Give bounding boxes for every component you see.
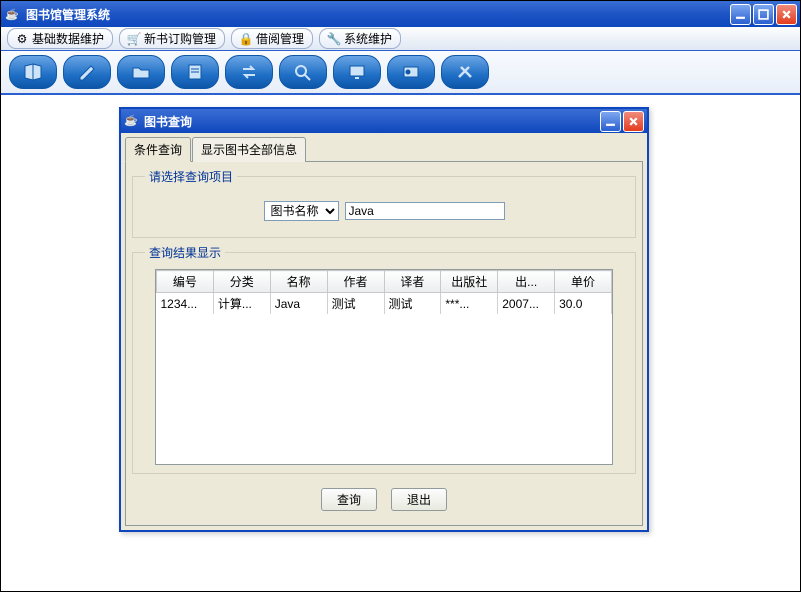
main-title: 图书馆管理系统 xyxy=(26,6,730,23)
dialog-window-controls xyxy=(600,111,644,132)
query-value-input[interactable] xyxy=(345,202,505,220)
menu-borrow[interactable]: 🔒 借阅管理 xyxy=(231,28,313,49)
minimize-button[interactable] xyxy=(730,4,751,25)
menu-label: 系统维护 xyxy=(344,30,392,47)
cell-author: 测试 xyxy=(327,293,384,315)
transfer-icon xyxy=(239,63,259,81)
query-field-combo[interactable]: 图书名称 xyxy=(264,201,339,221)
menu-system[interactable]: 🔧 系统维护 xyxy=(319,28,401,49)
menu-basic-data[interactable]: ⚙ 基础数据维护 xyxy=(7,28,113,49)
tool-button-2[interactable] xyxy=(63,55,111,89)
menu-label: 借阅管理 xyxy=(256,30,304,47)
table-header-row: 编号 分类 名称 作者 译者 出版社 出... 单价 xyxy=(157,271,612,293)
col-id[interactable]: 编号 xyxy=(157,271,214,293)
note-icon xyxy=(185,63,205,81)
cell-category: 计算... xyxy=(213,293,270,315)
result-legend: 查询结果显示 xyxy=(145,244,225,261)
tool-button-6[interactable] xyxy=(279,55,327,89)
tab-content: 请选择查询项目 图书名称 查询结果显示 xyxy=(125,162,643,526)
dialog-titlebar[interactable]: ☕ 图书查询 xyxy=(121,109,647,133)
lock-icon: 🔒 xyxy=(240,33,252,45)
exit-button[interactable]: 退出 xyxy=(391,488,447,511)
dialog-close-button[interactable] xyxy=(623,111,644,132)
menu-new-book-order[interactable]: 🛒 新书订购管理 xyxy=(119,28,225,49)
cell-publisher: ***... xyxy=(441,293,498,315)
tab-bar: 条件查询 显示图书全部信息 xyxy=(125,137,643,162)
col-author[interactable]: 作者 xyxy=(327,271,384,293)
query-button[interactable]: 查询 xyxy=(321,488,377,511)
menubar: ⚙ 基础数据维护 🛒 新书订购管理 🔒 借阅管理 🔧 系统维护 xyxy=(1,27,800,51)
table-row[interactable]: 1234... 计算... Java 测试 测试 ***... 2007... … xyxy=(157,293,612,315)
tool-button-4[interactable] xyxy=(171,55,219,89)
col-category[interactable]: 分类 xyxy=(213,271,270,293)
col-price[interactable]: 单价 xyxy=(555,271,612,293)
col-publisher[interactable]: 出版社 xyxy=(441,271,498,293)
edit-icon xyxy=(77,63,97,81)
tab-condition-query[interactable]: 条件查询 xyxy=(125,137,191,162)
wrench-icon: 🔧 xyxy=(328,33,340,45)
tool-icon xyxy=(455,63,475,81)
menu-label: 基础数据维护 xyxy=(32,30,104,47)
cart-icon: 🛒 xyxy=(128,33,140,45)
cell-translator: 测试 xyxy=(384,293,441,315)
close-button[interactable] xyxy=(776,4,797,25)
tool-button-7[interactable] xyxy=(333,55,381,89)
dialog-minimize-button[interactable] xyxy=(600,111,621,132)
query-fieldset: 请选择查询项目 图书名称 xyxy=(132,168,636,238)
screen-icon xyxy=(347,63,367,81)
col-pubdate[interactable]: 出... xyxy=(498,271,555,293)
dialog-body: 条件查询 显示图书全部信息 请选择查询项目 图书名称 xyxy=(121,133,647,530)
maximize-button[interactable] xyxy=(753,4,774,25)
mdi-area: ☕ 图书查询 条件查询 显示图书全部信息 请选择查询项目 图书名称 xyxy=(1,95,800,591)
card-icon xyxy=(401,63,421,81)
search-icon xyxy=(293,63,313,81)
gear-icon: ⚙ xyxy=(16,33,28,45)
cell-pubdate: 2007... xyxy=(498,293,555,315)
java-icon: ☕ xyxy=(124,114,138,128)
window-controls xyxy=(730,4,797,25)
cell-name: Java xyxy=(270,293,327,315)
col-name[interactable]: 名称 xyxy=(270,271,327,293)
book-icon xyxy=(23,63,43,81)
result-fieldset: 查询结果显示 编号 分类 名称 作者 译者 出版社 xyxy=(132,244,636,474)
result-table-wrap[interactable]: 编号 分类 名称 作者 译者 出版社 出... 单价 xyxy=(155,269,613,465)
book-query-dialog: ☕ 图书查询 条件查询 显示图书全部信息 请选择查询项目 图书名称 xyxy=(119,107,649,532)
java-icon: ☕ xyxy=(4,6,20,22)
cell-price: 30.0 xyxy=(555,293,612,315)
menu-label: 新书订购管理 xyxy=(144,30,216,47)
col-translator[interactable]: 译者 xyxy=(384,271,441,293)
toolbar xyxy=(1,51,800,95)
query-legend: 请选择查询项目 xyxy=(145,168,237,185)
tool-button-5[interactable] xyxy=(225,55,273,89)
button-row: 查询 退出 xyxy=(132,480,636,519)
folder-icon xyxy=(131,63,151,81)
tool-button-8[interactable] xyxy=(387,55,435,89)
result-table: 编号 分类 名称 作者 译者 出版社 出... 单价 xyxy=(156,270,612,314)
tool-button-9[interactable] xyxy=(441,55,489,89)
main-titlebar: ☕ 图书馆管理系统 xyxy=(1,1,800,27)
tab-show-all[interactable]: 显示图书全部信息 xyxy=(192,137,306,162)
query-row: 图书名称 xyxy=(141,193,627,229)
tool-button-3[interactable] xyxy=(117,55,165,89)
dialog-title: 图书查询 xyxy=(144,113,600,130)
cell-id: 1234... xyxy=(157,293,214,315)
query-field-select[interactable]: 图书名称 xyxy=(264,201,339,221)
tool-button-1[interactable] xyxy=(9,55,57,89)
